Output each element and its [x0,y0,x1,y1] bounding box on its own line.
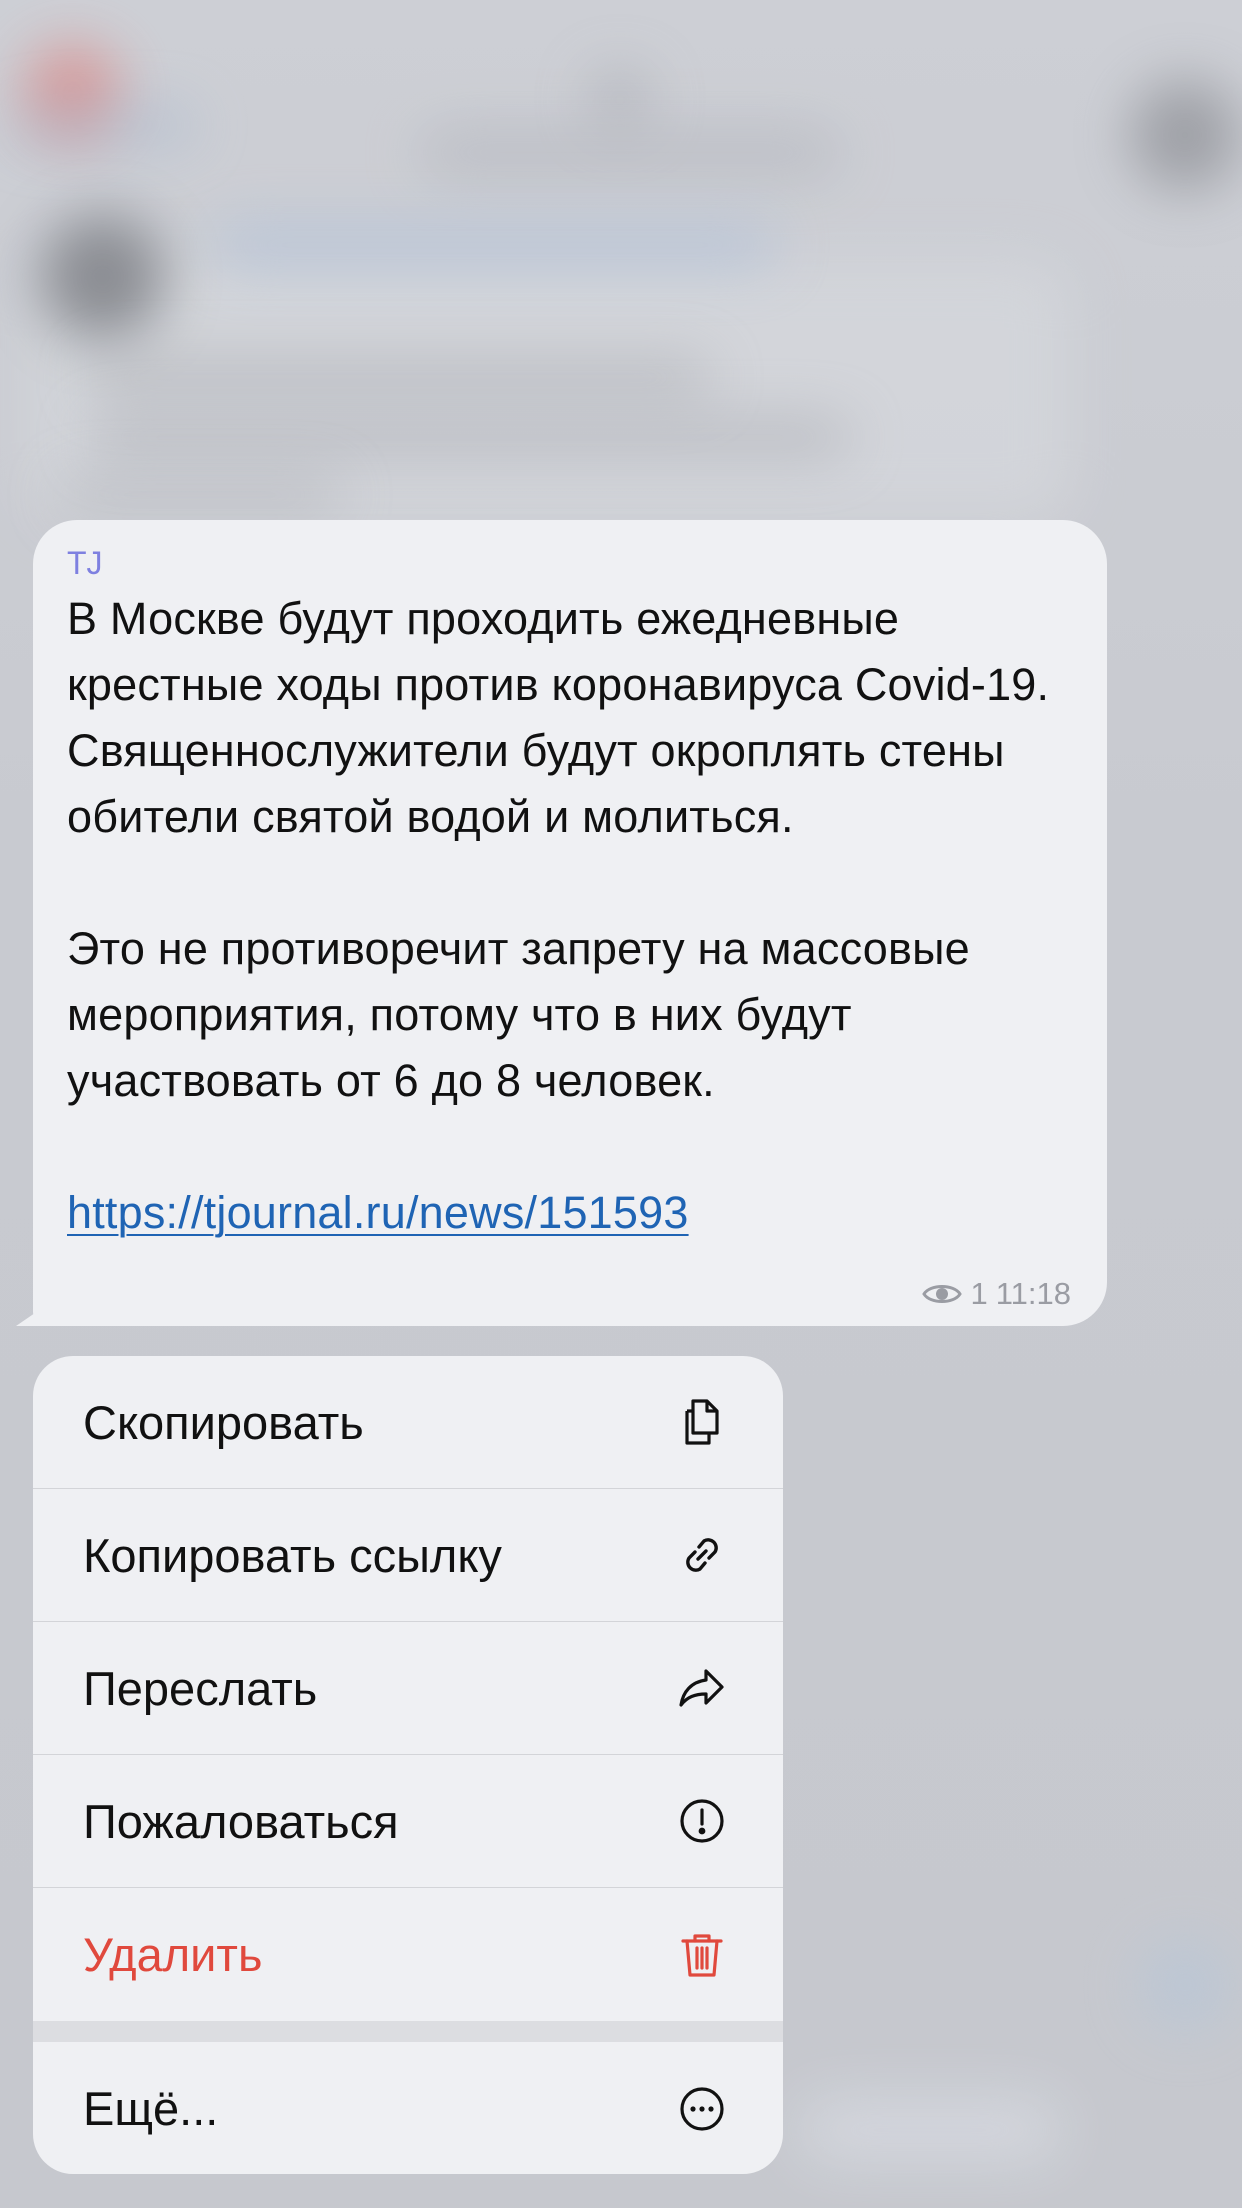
forward-icon [671,1657,733,1719]
blurred-text-line [60,480,340,510]
message-time: 11:18 [995,1276,1071,1311]
menu-item-label: Копировать ссылку [83,1528,502,1582]
copy-icon [671,1391,733,1453]
menu-item-label: Удалить [83,1928,263,1981]
menu-item-label: Пожаловаться [83,1794,399,1848]
blurred-header-icon [590,70,650,130]
blurred-text-line [90,360,710,395]
more-icon [671,2078,733,2140]
blurred-header-title [420,130,840,175]
view-count: 1 [970,1276,988,1311]
menu-item-label: Ещё... [83,2082,219,2135]
message-link[interactable]: https://tjournal.ru/news/151593 [67,1187,689,1238]
menu-item-copy-link[interactable]: Копировать ссылку [33,1489,783,1622]
menu-item-copy[interactable]: Скопировать [33,1356,783,1489]
menu-item-delete[interactable]: Удалить [33,1888,783,2021]
blurred-text-line [90,420,850,455]
link-icon [671,1524,733,1586]
blurred-scroll-button [1140,1940,1230,2030]
message-bubble[interactable]: TJ В Москве будут проходить ежедневные к… [33,520,1107,1326]
blurred-back-link [15,110,195,140]
message-text: В Москве будут проходить ежедневные крес… [67,586,1073,1246]
blurred-avatar-top [1130,80,1240,190]
menu-item-label: Переслать [83,1661,318,1715]
menu-separator [33,2021,783,2042]
blurred-bottom-button [800,2100,1060,2160]
channel-name[interactable]: TJ [67,542,1073,584]
message-meta: 1 11:18 [922,1276,1071,1312]
menu-item-forward[interactable]: Переслать [33,1622,783,1755]
message-paragraph: Это не противоречит запрету на массовые … [67,923,970,1106]
message-paragraph: В Москве будут проходить ежедневные крес… [67,593,1050,842]
report-icon [671,1790,733,1852]
blurred-channel-name [215,225,775,265]
menu-item-label: Скопировать [83,1395,364,1449]
eye-icon [922,1285,963,1303]
menu-item-more[interactable]: Ещё... [33,2042,783,2174]
blurred-channel-avatar [40,215,165,340]
trash-icon [671,1924,733,1986]
context-menu: Скопировать Копировать ссылку Переслать [33,1356,783,2174]
menu-item-report[interactable]: Пожаловаться [33,1755,783,1888]
